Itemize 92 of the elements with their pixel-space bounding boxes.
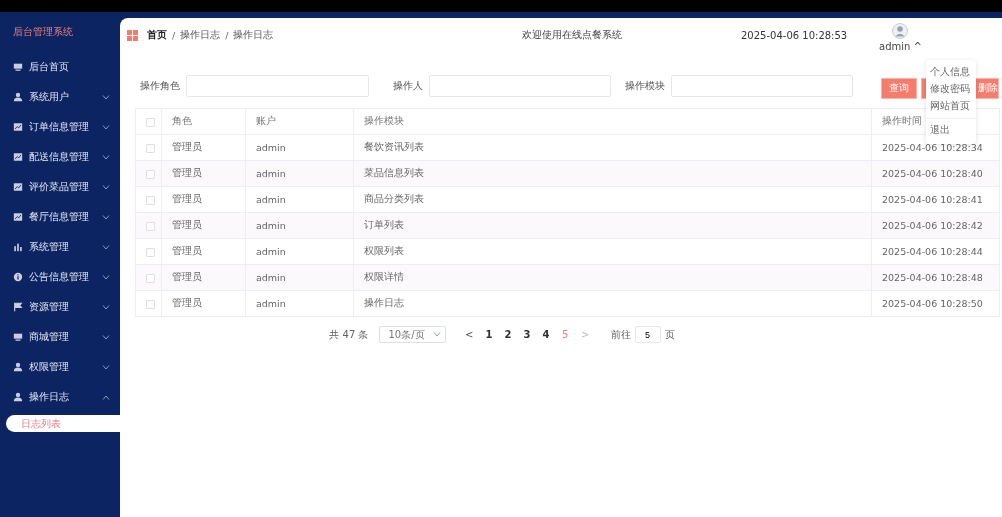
table-cell: admin	[245, 238, 354, 265]
page-suffix: 页	[664, 327, 675, 342]
total-count: 共 47 条	[329, 327, 369, 342]
table-cell: 菜品信息列表	[353, 160, 872, 187]
breadcrumb-separator: /	[172, 29, 176, 41]
select-all-checkbox[interactable]	[146, 118, 155, 127]
table-cell: admin	[245, 212, 354, 239]
chart-icon	[13, 182, 23, 192]
breadcrumb-item: 操作日志	[233, 28, 274, 42]
page-size-select[interactable]: 10条/页	[378, 326, 446, 343]
user-icon	[13, 392, 23, 402]
table-cell: 2025-04-06 10:28:50	[871, 290, 1000, 317]
page-number[interactable]: 1	[479, 329, 499, 340]
table-cell: 管理员	[161, 238, 246, 265]
grid-icon[interactable]	[127, 29, 138, 41]
page-number[interactable]: 4	[536, 329, 556, 340]
dropdown-item[interactable]: 退出	[926, 118, 976, 141]
dropdown-item[interactable]: 个人信息	[926, 63, 976, 80]
column-header: 角色	[161, 108, 246, 135]
filter-field[interactable]	[671, 75, 853, 97]
menu-item[interactable]: 后台首页	[0, 52, 120, 82]
column-header: 账户	[245, 108, 354, 135]
menu-item[interactable]: 操作日志	[0, 382, 120, 412]
menu-item[interactable]: 权限管理	[0, 352, 120, 382]
datetime-text: 2025-04-06 10:28:53	[741, 29, 849, 41]
filter-field[interactable]	[186, 75, 369, 97]
user-menu-trigger[interactable]: admin ^	[879, 40, 922, 52]
table-cell: 权限列表	[353, 238, 872, 265]
table-cell: 管理员	[161, 160, 246, 187]
monitor-icon	[13, 332, 23, 342]
page-number[interactable]: 2	[498, 329, 518, 340]
table-cell: admin	[245, 264, 354, 291]
table-cell: 2025-04-06 10:28:40	[871, 160, 1000, 187]
chart-icon	[13, 152, 23, 162]
table-cell: 管理员	[161, 186, 246, 213]
filter-field[interactable]	[429, 75, 611, 97]
table-cell: 2025-04-06 10:28:44	[871, 238, 1000, 265]
menu-item[interactable]: 系统管理	[0, 232, 120, 262]
table-cell: admin	[245, 160, 354, 187]
table-cell: 订单列表	[353, 212, 872, 239]
row-checkbox[interactable]	[146, 274, 155, 283]
table-cell: 2025-04-06 10:28:42	[871, 212, 1000, 239]
flag-icon	[13, 302, 23, 312]
app-title: 后台管理系统	[12, 25, 74, 39]
prev-page-button[interactable]: <	[458, 329, 480, 340]
column-header: 操作模块	[353, 108, 872, 135]
bar-chart-icon	[13, 242, 23, 252]
menu-item[interactable]: 配送信息管理	[0, 142, 120, 172]
table-cell: 管理员	[161, 212, 246, 239]
table-cell: admin	[245, 290, 354, 317]
row-checkbox[interactable]	[146, 222, 155, 231]
breadcrumb-item[interactable]: 操作日志	[180, 28, 221, 42]
table-cell: admin	[245, 134, 354, 161]
menu-item[interactable]: 公告信息管理	[0, 262, 120, 292]
table-cell: 操作日志	[353, 290, 872, 317]
user-icon	[13, 92, 23, 102]
menu-item[interactable]: 系统用户	[0, 82, 120, 112]
page-number[interactable]: 3	[517, 329, 537, 340]
table-cell: 商品分类列表	[353, 186, 872, 213]
table-cell: 2025-04-06 10:28:48	[871, 264, 1000, 291]
table-cell: 管理员	[161, 134, 246, 161]
menu-item[interactable]: 评价菜品管理	[0, 172, 120, 202]
table-cell: 餐饮资讯列表	[353, 134, 872, 161]
user-icon	[13, 362, 23, 372]
chart-icon	[13, 122, 23, 132]
table-cell: 管理员	[161, 264, 246, 291]
table-cell: 权限详情	[353, 264, 872, 291]
menu-item[interactable]: 商城管理	[0, 322, 120, 352]
menu-item[interactable]: 餐厅信息管理	[0, 202, 120, 232]
menu-item[interactable]: 资源管理	[0, 292, 120, 322]
avatar-icon[interactable]	[892, 22, 909, 39]
info-icon	[13, 272, 23, 282]
filter-label: 操作角色	[139, 79, 181, 93]
table-cell: 管理员	[161, 290, 246, 317]
row-checkbox[interactable]	[146, 170, 155, 179]
row-checkbox[interactable]	[146, 300, 155, 309]
menu-item[interactable]: 订单信息管理	[0, 112, 120, 142]
welcome-text: 欢迎使用在线点餐系统	[521, 28, 623, 42]
monitor-icon	[13, 62, 23, 72]
row-checkbox[interactable]	[146, 248, 155, 257]
filter-label: 操作模块	[624, 79, 666, 93]
caret-icon	[432, 332, 441, 337]
table-cell: admin	[245, 186, 354, 213]
breadcrumb-separator: /	[225, 29, 229, 41]
table-cell: 2025-04-06 10:28:41	[871, 186, 1000, 213]
breadcrumb-item[interactable]: 首页	[147, 28, 167, 42]
chart-icon	[13, 212, 23, 222]
row-checkbox[interactable]	[146, 144, 155, 153]
goto-page-field[interactable]: 5	[634, 326, 661, 343]
filter-label: 操作人	[392, 79, 424, 93]
goto-label: 前往	[610, 327, 631, 342]
row-checkbox[interactable]	[146, 196, 155, 205]
